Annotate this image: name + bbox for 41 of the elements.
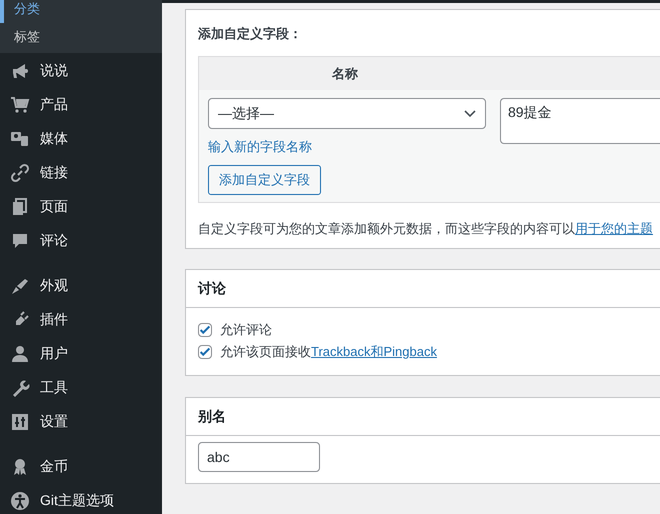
menu-item[interactable]: Git主题选项 xyxy=(0,484,162,514)
menu-item[interactable]: 链接 xyxy=(0,156,162,190)
menu-item[interactable]: 用户 xyxy=(0,337,162,371)
checkbox[interactable] xyxy=(198,323,212,337)
menu-item[interactable]: 外观 xyxy=(0,269,162,303)
checkbox[interactable] xyxy=(198,345,212,359)
megaphone-icon xyxy=(10,61,30,81)
menu-item[interactable]: 设置 xyxy=(0,405,162,439)
media-icon xyxy=(10,129,30,149)
menu-item[interactable]: 说说 xyxy=(0,54,162,88)
submenu-item[interactable]: 标签 xyxy=(0,23,162,51)
chevron-down-icon xyxy=(464,110,476,118)
name-select[interactable]: —选择— xyxy=(208,98,486,129)
pages-icon xyxy=(10,197,30,217)
menu-item[interactable]: 页面 xyxy=(0,190,162,224)
panel-title: 别名 xyxy=(186,398,660,436)
add-custom-field-button[interactable]: 添加自定义字段 xyxy=(208,165,321,195)
sliders-icon xyxy=(10,412,30,432)
menu-item[interactable]: 金币 xyxy=(0,450,162,484)
value-field[interactable]: 89提金 xyxy=(500,98,660,144)
panel-title: 讨论 xyxy=(186,270,660,308)
cart-icon xyxy=(10,95,30,115)
menu-item[interactable]: 评论 xyxy=(0,224,162,258)
comment-icon xyxy=(10,231,30,251)
option-label: 允许该页面接收 xyxy=(220,343,311,361)
trackback-link[interactable]: Trackback和Pingback xyxy=(311,343,437,361)
user-icon xyxy=(10,344,30,364)
description-text: 自定义字段可为您的文章添加额外元数据，而这些字段的内容可以用于您的主题 xyxy=(198,220,654,238)
column-header: 名称 xyxy=(332,64,358,82)
accessibility-icon xyxy=(10,491,30,511)
menu-item[interactable]: 插件 xyxy=(0,303,162,337)
theme-link[interactable]: 用于您的主题 xyxy=(575,221,653,236)
menu-item[interactable]: 产品 xyxy=(0,88,162,122)
option-label: 允许评论 xyxy=(220,321,272,339)
slug-field[interactable]: abc xyxy=(198,442,320,472)
menu-item[interactable]: 媒体 xyxy=(0,122,162,156)
new-field-name-link[interactable]: 输入新的字段名称 xyxy=(208,138,312,155)
menu-item[interactable]: 工具 xyxy=(0,371,162,405)
link-icon xyxy=(10,163,30,183)
section-heading: 添加自定义字段： xyxy=(198,25,303,43)
brush-icon xyxy=(10,276,30,296)
